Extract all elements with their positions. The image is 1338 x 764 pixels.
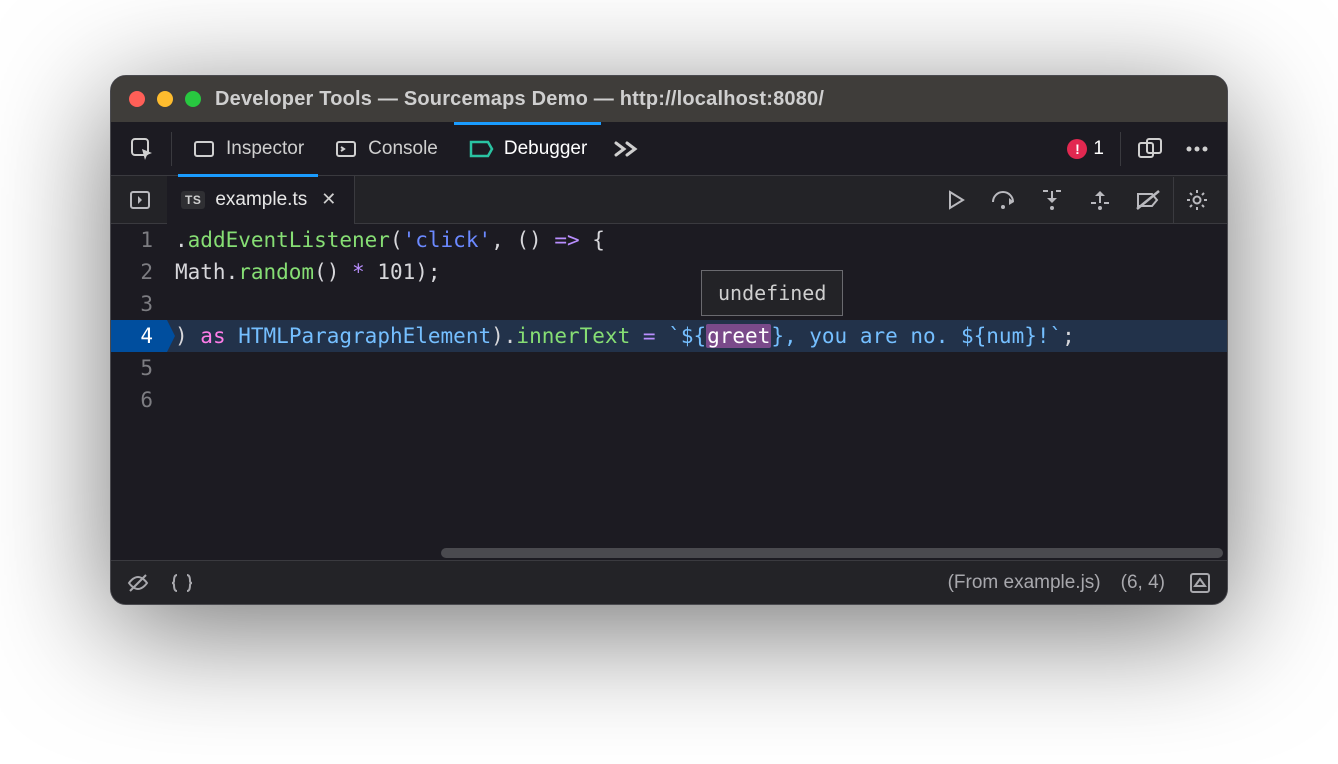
window-title: Developer Tools — Sourcemaps Demo — http… <box>215 88 824 111</box>
step-in-button[interactable] <box>1029 177 1075 223</box>
cursor-position: (6, 4) <box>1121 572 1165 594</box>
code-line[interactable]: 5 <box>111 352 1227 384</box>
kebab-menu-button[interactable] <box>1175 122 1219 176</box>
step-over-button[interactable] <box>981 177 1027 223</box>
gutter-line-number[interactable]: 4 <box>111 320 167 352</box>
close-tab-button[interactable]: ✕ <box>317 189 340 210</box>
debugger-settings-button[interactable] <box>1173 177 1219 223</box>
code-line[interactable]: 2 Math.random() * 101); <box>111 256 1227 288</box>
horizontal-scrollbar[interactable] <box>111 546 1227 560</box>
tab-label: Debugger <box>504 138 587 160</box>
error-icon: ! <box>1067 139 1087 159</box>
separator <box>171 132 172 166</box>
source-editor[interactable]: undefined 1 .addEventListener('click', (… <box>111 224 1227 560</box>
tab-label: Inspector <box>226 138 304 160</box>
code-area[interactable]: undefined 1 .addEventListener('click', (… <box>111 224 1227 546</box>
tab-debugger[interactable]: Debugger <box>454 122 601 176</box>
gutter-line-number[interactable]: 6 <box>111 384 167 416</box>
deactivate-breakpoints-button[interactable] <box>1125 177 1171 223</box>
code-line-current[interactable]: 4 ) as HTMLParagraphElement).innerText =… <box>111 320 1227 352</box>
step-out-button[interactable] <box>1077 177 1123 223</box>
separator <box>1120 132 1121 166</box>
gutter-line-number[interactable]: 1 <box>111 224 167 256</box>
code-line[interactable]: 3 <box>111 288 1227 320</box>
pick-element-button[interactable] <box>119 122 165 176</box>
zoom-window-button[interactable] <box>185 91 201 107</box>
blackbox-toggle-icon[interactable] <box>123 568 153 598</box>
tab-inspector[interactable]: Inspector <box>178 122 318 176</box>
gutter-line-number[interactable]: 3 <box>111 288 167 320</box>
value-tooltip: undefined <box>701 270 843 316</box>
file-tab[interactable]: TS example.ts ✕ <box>167 176 355 224</box>
scrollbar-thumb[interactable] <box>441 548 1223 558</box>
sources-tree-toggle[interactable] <box>117 177 163 223</box>
status-bar: (From example.js) (6, 4) <box>111 560 1227 604</box>
minimize-window-button[interactable] <box>157 91 173 107</box>
code-line[interactable]: 1 .addEventListener('click', () => { <box>111 224 1227 256</box>
traffic-lights <box>129 91 201 107</box>
gutter-line-number[interactable]: 5 <box>111 352 167 384</box>
gutter-line-number[interactable]: 2 <box>111 256 167 288</box>
error-count-badge[interactable]: ! 1 <box>1057 138 1114 160</box>
source-map-from-label: (From example.js) <box>948 572 1101 594</box>
devtools-window: Developer Tools — Sourcemaps Demo — http… <box>110 75 1228 605</box>
resume-button[interactable] <box>933 177 979 223</box>
pretty-print-button[interactable] <box>167 568 197 598</box>
debugger-subbar: TS example.ts ✕ <box>111 176 1227 224</box>
dock-button[interactable] <box>1127 122 1173 176</box>
source-map-toggle-icon[interactable] <box>1185 568 1215 598</box>
code-line[interactable]: 6 <box>111 384 1227 416</box>
titlebar: Developer Tools — Sourcemaps Demo — http… <box>111 76 1227 122</box>
tabs-overflow-button[interactable] <box>603 122 649 176</box>
close-window-button[interactable] <box>129 91 145 107</box>
devtools-toolbar: Inspector Console Debugger ! 1 <box>111 122 1227 176</box>
tab-label: Console <box>368 138 438 160</box>
file-name: example.ts <box>215 189 307 211</box>
tab-console[interactable]: Console <box>320 122 452 176</box>
error-count: 1 <box>1093 138 1104 160</box>
ts-badge-icon: TS <box>181 191 205 209</box>
